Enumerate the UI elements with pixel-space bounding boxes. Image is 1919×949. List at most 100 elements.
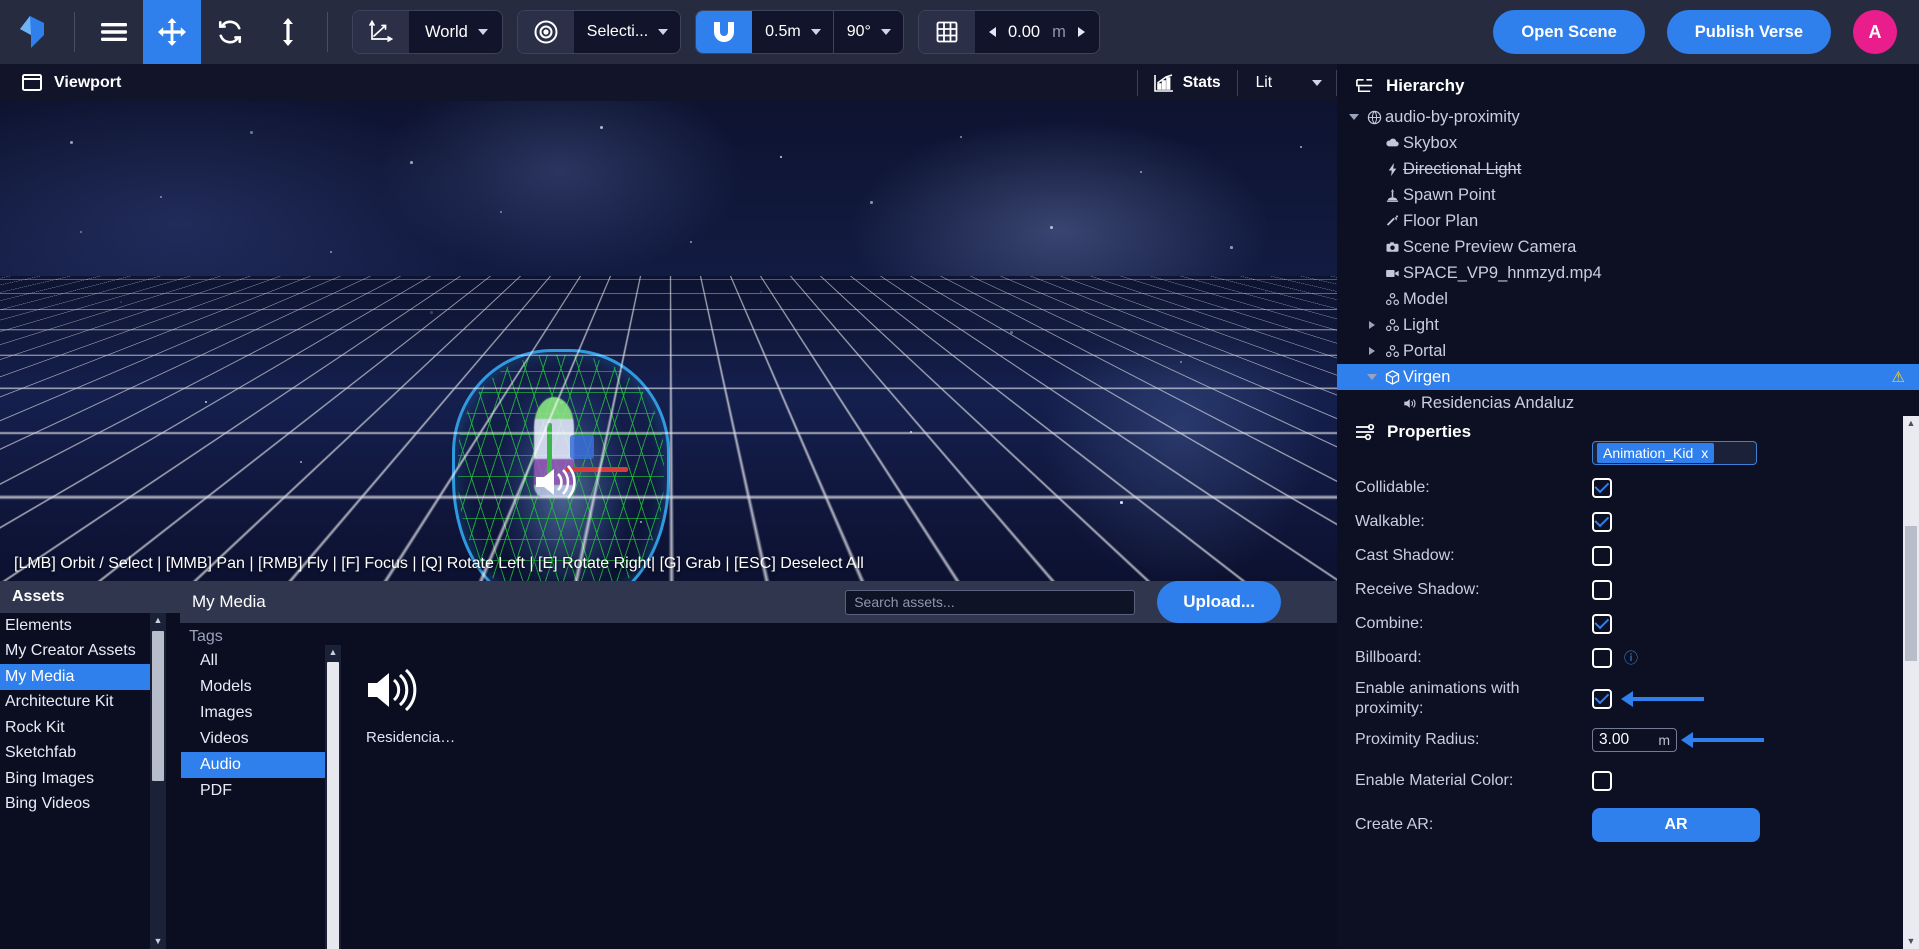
move-tool[interactable] bbox=[143, 0, 201, 64]
hierarchy-item[interactable]: Spawn Point bbox=[1337, 182, 1919, 208]
asset-source-item[interactable]: My Creator Assets bbox=[0, 639, 166, 665]
property-control bbox=[1592, 689, 1612, 709]
warning-icon[interactable]: ⚠ bbox=[1892, 368, 1905, 386]
avatar[interactable]: A bbox=[1853, 10, 1897, 54]
tag-item[interactable]: PDF bbox=[181, 778, 341, 804]
asset-item[interactable]: Residencia… bbox=[360, 651, 510, 746]
star bbox=[1180, 361, 1182, 363]
property-label: Create AR: bbox=[1355, 815, 1520, 835]
viewport-3d[interactable]: [LMB] Orbit / Select | [MMB] Pan | [RMB]… bbox=[0, 101, 1337, 581]
audio-icon bbox=[1399, 396, 1421, 411]
checkbox[interactable] bbox=[1592, 546, 1612, 566]
stats-button[interactable]: Stats bbox=[1138, 70, 1237, 96]
scroll-up-icon[interactable]: ▲ bbox=[1907, 416, 1916, 431]
asset-source-item[interactable]: My Media bbox=[0, 664, 166, 690]
help-icon[interactable]: ⓘ bbox=[1624, 648, 1638, 668]
hierarchy-item[interactable]: Model bbox=[1337, 286, 1919, 312]
snap-angle-select[interactable]: 90° bbox=[834, 11, 903, 53]
scroll-up-icon[interactable]: ▲ bbox=[154, 613, 163, 628]
scale-tool[interactable] bbox=[259, 0, 317, 64]
hierarchy-item[interactable]: audio-by-proximity bbox=[1337, 104, 1919, 130]
number-input[interactable]: 3.00 m bbox=[1592, 728, 1677, 752]
hierarchy-item[interactable]: Portal bbox=[1337, 338, 1919, 364]
hierarchy-item[interactable]: Skybox bbox=[1337, 130, 1919, 156]
grid-height-stepper[interactable]: 0.00 m bbox=[975, 11, 1099, 53]
magnet-icon[interactable] bbox=[696, 11, 752, 53]
upload-button[interactable]: Upload... bbox=[1157, 581, 1281, 623]
asset-source-item[interactable]: Bing Images bbox=[0, 766, 166, 792]
scroll-thumb[interactable] bbox=[152, 631, 164, 781]
tag-item[interactable]: Images bbox=[181, 700, 341, 726]
property-row: Collidable: bbox=[1337, 474, 1919, 502]
pivot-mode-select[interactable]: Selecti... bbox=[574, 11, 680, 53]
scroll-up-icon[interactable]: ▲ bbox=[329, 645, 338, 660]
shading-mode-value: Lit bbox=[1256, 74, 1272, 92]
twisty-expanded-icon[interactable] bbox=[1345, 114, 1363, 120]
star bbox=[960, 136, 962, 138]
hierarchy-tree[interactable]: audio-by-proximity Skybox Directional Ligh… bbox=[1337, 104, 1919, 416]
animation-tag-field[interactable]: Animation_Kid x bbox=[1592, 441, 1757, 465]
tags-scrollbar[interactable]: ▲ ▼ bbox=[325, 645, 341, 949]
rotate-tool[interactable] bbox=[201, 0, 259, 64]
pivot-mode-group[interactable]: Selecti... bbox=[517, 10, 681, 54]
checkbox[interactable] bbox=[1592, 580, 1612, 600]
open-scene-button[interactable]: Open Scene bbox=[1493, 10, 1644, 54]
twisty-collapsed-icon[interactable] bbox=[1363, 321, 1381, 329]
hierarchy-item[interactable]: Virgen ⚠ bbox=[1337, 364, 1919, 390]
checkbox[interactable] bbox=[1592, 771, 1612, 791]
twisty-expanded-icon[interactable] bbox=[1363, 374, 1381, 380]
tag-list[interactable]: All Models Images Videos Audio PDF bbox=[181, 648, 341, 804]
audio-source-icon[interactable] bbox=[534, 465, 578, 504]
asset-source-scrollbar[interactable]: ▲ ▼ bbox=[150, 613, 166, 949]
hierarchy-item[interactable]: Residencias Andaluz bbox=[1337, 390, 1919, 416]
asset-source-item[interactable]: Rock Kit bbox=[0, 715, 166, 741]
tag-item[interactable]: Models bbox=[181, 674, 341, 700]
tag-item[interactable]: Videos bbox=[181, 726, 341, 752]
grid-height-decrement[interactable] bbox=[989, 27, 996, 37]
properties-scrollbar[interactable]: ▲ ▼ bbox=[1903, 416, 1919, 949]
asset-source-item[interactable]: Sketchfab bbox=[0, 741, 166, 767]
grid-height-increment[interactable] bbox=[1078, 27, 1085, 37]
scroll-thumb[interactable] bbox=[1905, 526, 1917, 661]
twisty-collapsed-icon[interactable] bbox=[1363, 347, 1381, 355]
menu-icon[interactable] bbox=[85, 0, 143, 64]
hierarchy-item-label: Scene Preview Camera bbox=[1403, 238, 1576, 257]
close-icon[interactable]: x bbox=[1701, 445, 1708, 461]
asset-source-list[interactable]: Elements My Creator Assets My Media Archite… bbox=[0, 613, 166, 949]
coord-space-select[interactable]: World bbox=[409, 11, 502, 53]
publish-verse-button[interactable]: Publish Verse bbox=[1667, 10, 1831, 54]
checkbox[interactable] bbox=[1592, 614, 1612, 634]
create-ar-button[interactable]: AR bbox=[1592, 808, 1760, 842]
scroll-down-icon[interactable]: ▼ bbox=[154, 934, 163, 949]
tag-chip[interactable]: Animation_Kid x bbox=[1597, 443, 1714, 463]
hierarchy-item[interactable]: Directional Light bbox=[1337, 156, 1919, 182]
scroll-thumb[interactable] bbox=[327, 662, 339, 949]
snap-group[interactable]: 0.5m 90° bbox=[695, 10, 904, 54]
app-logo[interactable] bbox=[0, 0, 64, 64]
chevron-down-icon bbox=[881, 29, 891, 35]
grid-height-group[interactable]: 0.00 m bbox=[918, 10, 1100, 54]
asset-source-item[interactable]: Bing Videos bbox=[0, 792, 166, 818]
grid-icon[interactable] bbox=[919, 11, 975, 53]
asset-source-item[interactable]: Elements bbox=[0, 613, 166, 639]
coord-space-group[interactable]: World bbox=[352, 10, 503, 54]
hierarchy-item[interactable]: SPACE_VP9_hnmzyd.mp4 bbox=[1337, 260, 1919, 286]
tag-item[interactable]: Audio bbox=[181, 752, 341, 778]
shading-mode-select[interactable]: Lit bbox=[1238, 70, 1336, 96]
search-input[interactable] bbox=[845, 590, 1135, 615]
checkbox[interactable] bbox=[1592, 512, 1612, 532]
toolbar-divider bbox=[74, 12, 75, 52]
scroll-down-icon[interactable]: ▼ bbox=[1907, 934, 1916, 949]
tag-item-label: Audio bbox=[200, 756, 241, 774]
snap-distance-select[interactable]: 0.5m bbox=[752, 11, 833, 53]
hierarchy-item[interactable]: Light bbox=[1337, 312, 1919, 338]
hierarchy-item[interactable]: Scene Preview Camera bbox=[1337, 234, 1919, 260]
checkbox[interactable] bbox=[1592, 648, 1612, 668]
gizmo-z-handle[interactable] bbox=[570, 435, 594, 459]
checkbox[interactable] bbox=[1592, 689, 1612, 709]
checkbox[interactable] bbox=[1592, 478, 1612, 498]
asset-source-item[interactable]: Architecture Kit bbox=[0, 690, 166, 716]
tag-item[interactable]: All bbox=[181, 648, 341, 674]
hierarchy-item[interactable]: Floor Plan bbox=[1337, 208, 1919, 234]
hierarchy-item-label: Floor Plan bbox=[1403, 212, 1478, 231]
